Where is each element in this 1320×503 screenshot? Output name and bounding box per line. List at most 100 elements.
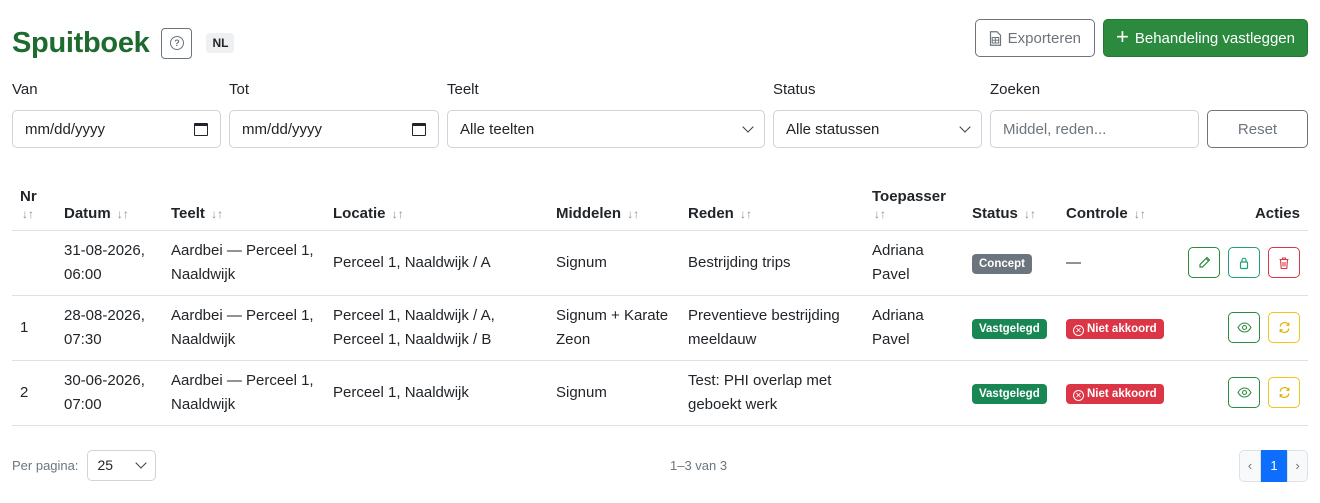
treatments-table: Nr ↓↑ Datum ↓↑ Teelt ↓↑ Locatie ↓↑ Middel… (12, 160, 1308, 426)
teelt-label: Teelt (447, 81, 479, 98)
row-actions (1186, 247, 1300, 278)
status-select[interactable]: Alle statussen (773, 110, 982, 148)
search-input[interactable]: Middel, reden... (990, 110, 1199, 148)
teelt-select[interactable]: Alle teelten (447, 110, 765, 148)
range-text: 1–3 van 3 (670, 457, 728, 473)
van-label: Van (12, 81, 38, 98)
prev-page-button[interactable]: ‹ (1239, 449, 1261, 482)
table-footer: Per pagina: 25 1–3 van 3 ‹ 1 › (12, 426, 1308, 486)
trash-icon (1279, 256, 1289, 269)
delete-button[interactable] (1268, 247, 1300, 278)
cell-datum: 28-08-2026, 07:30 (56, 295, 163, 361)
cell-acties (1178, 295, 1308, 361)
question-circle-icon: ? (169, 36, 184, 50)
status-select-value: Alle statussen (786, 120, 880, 138)
edit-button[interactable] (1188, 247, 1220, 278)
refresh-icon (1279, 386, 1289, 399)
table-row: 31-08-2026, 06:00 Aardbei — Perceel 1, N… (12, 230, 1308, 296)
add-treatment-button[interactable]: + Behandeling vastleggen (1103, 19, 1308, 57)
status-badge: Concept (972, 253, 1032, 274)
per-page-label: Per pagina: (12, 457, 79, 473)
cell-datum: 30-06-2026, 07:00 (56, 360, 163, 426)
x-circle-icon: ✕ (1073, 389, 1084, 401)
page-header: Spuitboek ? NL Exporteren + Behandeling … (12, 0, 1308, 80)
spuitboek-page: Spuitboek ? NL Exporteren + Behandeling … (0, 0, 1320, 486)
cell-status: Vastgelegd (964, 360, 1058, 426)
col-header-locatie[interactable]: Locatie ↓↑ (325, 160, 548, 231)
cell-toepasser: Adriana Pavel (864, 230, 964, 296)
col-header-reden[interactable]: Reden ↓↑ (680, 160, 864, 231)
spreadsheet-icon (989, 30, 1001, 46)
cell-nr: 1 (12, 295, 56, 361)
cell-teelt: Aardbei — Perceel 1, Naaldwijk (163, 360, 325, 426)
calendar-icon[interactable] (412, 122, 426, 136)
cell-controle: — (1058, 230, 1178, 296)
view-button[interactable] (1228, 377, 1260, 408)
cell-reden: Test: PHI overlap met geboekt werk (680, 360, 864, 426)
controle-badge-label: Niet akkoord (1087, 322, 1157, 335)
cell-controle: ✕ Niet akkoord (1058, 295, 1178, 361)
col-header-toepasser[interactable]: Toepasser ↓↑ (864, 160, 964, 231)
per-page-select[interactable]: 25 (86, 449, 156, 481)
cell-reden: Preventieve bestrijding meeldauw (680, 295, 864, 361)
cell-acties (1178, 230, 1308, 296)
cell-middelen: Signum + Karate Zeon (548, 295, 680, 361)
row-actions (1186, 377, 1300, 408)
filter-teelt: Teelt Alle teelten (447, 80, 765, 148)
table-row: 2 30-06-2026, 07:00 Aardbei — Perceel 1,… (12, 360, 1308, 426)
tot-date-input[interactable]: mm/dd/yyyy (229, 110, 439, 148)
sort-icon: ↓↑ (116, 206, 129, 221)
page-button-current[interactable]: 1 (1261, 449, 1287, 482)
chevron-down-icon (959, 121, 971, 133)
sort-icon: ↓↑ (740, 206, 753, 221)
pencil-icon (1198, 256, 1210, 268)
col-header-middelen[interactable]: Middelen ↓↑ (548, 160, 680, 231)
controle-header-label: Controle (1066, 204, 1128, 222)
nr-header-label: Nr (20, 187, 37, 205)
page-title: Spuitboek (12, 26, 150, 59)
van-date-value: mm/dd/yyyy (25, 120, 106, 138)
col-header-status[interactable]: Status ↓↑ (964, 160, 1058, 231)
status-badge: Vastgelegd (972, 318, 1047, 339)
export-button[interactable]: Exporteren (974, 19, 1095, 57)
header-actions: Exporteren + Behandeling vastleggen (974, 19, 1308, 57)
lock-button[interactable] (1228, 247, 1260, 278)
van-date-input[interactable]: mm/dd/yyyy (12, 110, 221, 148)
view-button[interactable] (1228, 312, 1260, 343)
sort-icon: ↓↑ (1133, 206, 1146, 221)
filter-status: Status Alle statussen (773, 80, 982, 148)
help-button[interactable]: ? (161, 27, 193, 59)
cell-locatie: Perceel 1, Naaldwijk / A (325, 230, 548, 296)
controle-badge: ✕ Niet akkoord (1066, 383, 1164, 404)
controle-badge: ✕ Niet akkoord (1066, 318, 1164, 339)
sort-icon: ↓↑ (211, 206, 224, 221)
cell-controle: ✕ Niet akkoord (1058, 360, 1178, 426)
next-page-button[interactable]: › (1287, 449, 1308, 482)
col-header-teelt[interactable]: Teelt ↓↑ (163, 160, 325, 231)
filter-bar: Van mm/dd/yyyy Tot mm/dd/yyyy Teelt Alle… (12, 80, 1308, 150)
col-header-acties: Acties (1178, 160, 1308, 231)
revert-button[interactable] (1268, 377, 1300, 408)
cell-nr: 2 (12, 360, 56, 426)
tot-label: Tot (229, 81, 250, 98)
col-header-controle[interactable]: Controle ↓↑ (1058, 160, 1178, 231)
search-placeholder: Middel, reden... (1003, 120, 1107, 138)
cell-status: Concept (964, 230, 1058, 296)
revert-button[interactable] (1268, 312, 1300, 343)
col-header-nr[interactable]: Nr ↓↑ (12, 160, 56, 231)
x-circle-icon: ✕ (1073, 324, 1084, 336)
cell-status: Vastgelegd (964, 295, 1058, 361)
col-header-datum[interactable]: Datum ↓↑ (56, 160, 163, 231)
cell-teelt: Aardbei — Perceel 1, Naaldwijk (163, 230, 325, 296)
cell-reden: Bestrijding trips (680, 230, 864, 296)
middelen-header-label: Middelen (556, 204, 622, 222)
reden-header-label: Reden (688, 204, 734, 222)
zoeken-label: Zoeken (990, 81, 1041, 98)
export-label: Exporteren (1007, 29, 1081, 47)
reset-button[interactable]: Reset (1207, 110, 1308, 148)
calendar-icon[interactable] (194, 122, 208, 136)
sort-icon: ↓↑ (1024, 206, 1037, 221)
eye-icon (1236, 387, 1252, 398)
cell-teelt: Aardbei — Perceel 1, Naaldwijk (163, 295, 325, 361)
chevron-down-icon (134, 457, 147, 469)
